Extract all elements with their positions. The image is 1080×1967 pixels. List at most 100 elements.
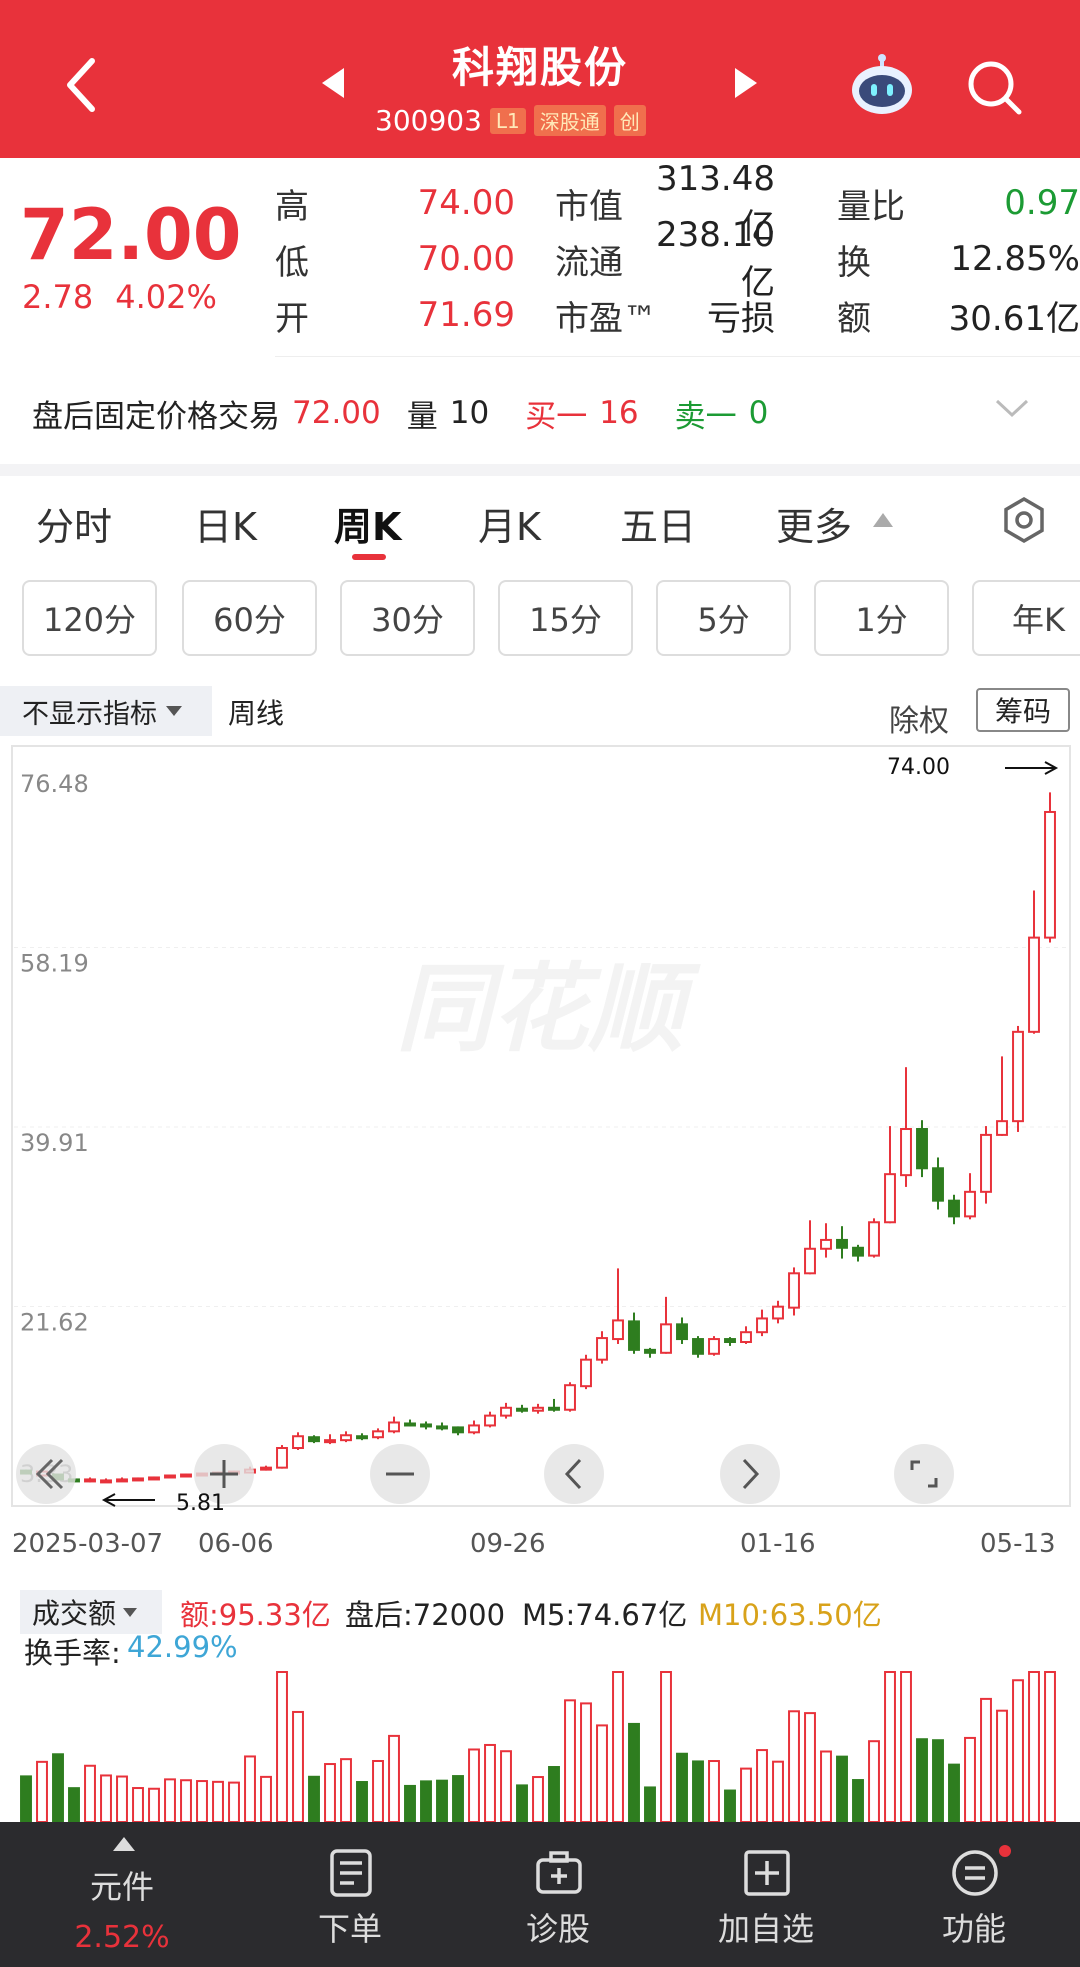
scroll-left-button[interactable]: [16, 1444, 76, 1504]
period-1min[interactable]: 1分: [814, 580, 949, 656]
label-volratio: 量比: [837, 186, 905, 227]
volume-bar: [868, 1740, 880, 1822]
settings-icon[interactable]: [1000, 496, 1048, 544]
tab-weekly[interactable]: 周K: [334, 496, 401, 551]
period-yearly[interactable]: 年K: [972, 580, 1080, 656]
tab-daily[interactable]: 日K: [194, 496, 257, 551]
candle: [964, 1173, 976, 1220]
period-15min[interactable]: 15分: [498, 580, 633, 656]
candle-body: [100, 1479, 112, 1484]
label-amount: 额: [837, 298, 871, 339]
period-30min[interactable]: 30分: [340, 580, 475, 656]
next-candle-button[interactable]: [720, 1444, 780, 1504]
candle: [932, 1157, 944, 1210]
candle-body: [724, 1338, 736, 1344]
volume-bar: [644, 1786, 656, 1822]
candle-body: [836, 1238, 848, 1249]
volume-bar: [580, 1702, 592, 1822]
candle-body: [708, 1338, 720, 1355]
volume-bar: [484, 1743, 496, 1822]
candle-body: [452, 1426, 464, 1434]
volume-bar: [1012, 1679, 1024, 1822]
prev-stock-icon[interactable]: [320, 66, 346, 100]
candle-body: [1012, 1030, 1024, 1123]
indicator-select-label: 不显示指标: [22, 698, 157, 730]
volume-indicator-select[interactable]: 成交额: [20, 1590, 162, 1634]
period-120min[interactable]: 120分: [22, 580, 157, 656]
period-60min[interactable]: 60分: [182, 580, 317, 656]
candle: [484, 1411, 496, 1428]
candle-body: [276, 1447, 288, 1469]
bottom-sub-value: 2.52%: [74, 1920, 170, 1955]
candle: [980, 1126, 992, 1204]
volume-bar: [148, 1787, 160, 1822]
candle-body: [980, 1133, 992, 1193]
candle: [388, 1416, 400, 1434]
candle: [820, 1223, 832, 1258]
y-tick-label: 21.62: [20, 1308, 89, 1336]
turnover-value: 42.99%: [127, 1630, 238, 1664]
candle-body: [788, 1272, 800, 1309]
last-price: 72.00: [20, 194, 242, 276]
search-icon[interactable]: [965, 58, 1025, 118]
volume-bar: [932, 1739, 944, 1822]
chart-frame: [11, 745, 1071, 1507]
volume-bar: [500, 1750, 512, 1822]
volume-bar: [180, 1779, 192, 1822]
after-hours-price: 72.00: [292, 395, 381, 431]
volume-bar: [164, 1778, 176, 1822]
candle-body: [884, 1173, 896, 1224]
bottom-label: 诊股: [525, 1910, 590, 1948]
candle: [788, 1267, 800, 1316]
volume-bar: [1044, 1671, 1056, 1822]
candlestick-chart[interactable]: 76.4858.1939.9121.623.33 同花顺 2025-03-070…: [0, 740, 1080, 1570]
volume-bar: [340, 1758, 352, 1822]
tab-monthly[interactable]: 月K: [478, 496, 541, 551]
tab-more[interactable]: 更多: [776, 496, 852, 551]
candle-body: [596, 1337, 608, 1361]
bottom-item-functions[interactable]: 功能: [874, 1822, 1074, 1967]
period-5min[interactable]: 5分: [656, 580, 791, 656]
tab-five-day[interactable]: 五日: [620, 496, 696, 551]
volume-bar: [116, 1775, 128, 1822]
volume-bar: [452, 1775, 464, 1822]
candle-body: [820, 1238, 832, 1250]
candle: [356, 1433, 368, 1441]
robot-assistant-icon[interactable]: [848, 52, 916, 116]
fullscreen-button[interactable]: [894, 1444, 954, 1504]
candle: [452, 1426, 464, 1436]
candle: [1028, 890, 1040, 1034]
buy-one-value: 16: [599, 395, 639, 431]
bottom-label: 下单: [317, 1910, 382, 1948]
candle: [164, 1474, 176, 1479]
chips-button[interactable]: 筹码: [976, 688, 1070, 732]
tab-intraday[interactable]: 分时: [36, 496, 112, 551]
volume-bar: [836, 1755, 848, 1822]
label-turnover: 换: [837, 242, 871, 283]
volume-bar: [196, 1780, 208, 1822]
indicator-select[interactable]: 不显示指标: [0, 686, 212, 736]
next-stock-icon[interactable]: [733, 66, 759, 100]
x-tick-label: 01-16: [740, 1529, 816, 1559]
zoom-out-button[interactable]: [370, 1444, 430, 1504]
candle-body: [164, 1474, 176, 1479]
candle-body: [372, 1430, 384, 1439]
volume-bar: [852, 1779, 864, 1822]
candle: [740, 1326, 752, 1344]
chevron-down-icon[interactable]: [994, 396, 1030, 420]
candle: [692, 1336, 704, 1358]
volume-bar: [212, 1780, 224, 1822]
label-high: 高: [275, 186, 309, 227]
after-hours-row[interactable]: 盘后固定价格交易 72.00 量 10 买一 16 卖一 0: [0, 368, 1080, 458]
candle-body: [660, 1323, 672, 1354]
bottom-item-component[interactable]: 元件 2.52%: [22, 1822, 222, 1967]
adjust-toggle[interactable]: 除权: [889, 696, 949, 740]
candle-body: [404, 1422, 416, 1427]
candle-body: [548, 1406, 560, 1411]
bottom-item-diagnose[interactable]: 诊股: [458, 1822, 658, 1967]
bottom-item-add-watchlist[interactable]: 加自选: [666, 1822, 866, 1967]
bottom-item-order[interactable]: 下单: [250, 1822, 450, 1967]
candle: [468, 1420, 480, 1435]
value-turnover: 12.85%: [950, 239, 1080, 279]
prev-candle-button[interactable]: [544, 1444, 604, 1504]
